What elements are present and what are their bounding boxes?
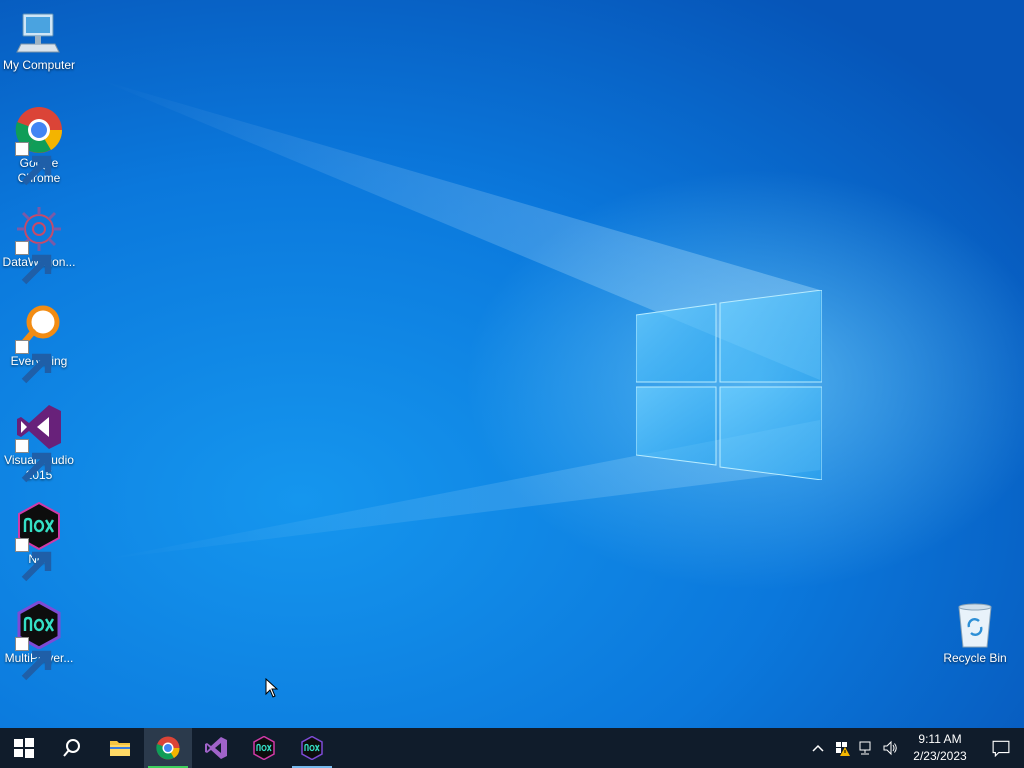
datawagon-icon	[15, 205, 63, 285]
action-center-button[interactable]	[978, 728, 1024, 768]
shortcut-arrow-icon	[15, 538, 52, 582]
security-warning-icon	[836, 742, 850, 756]
shortcut-arrow-icon	[15, 439, 52, 483]
nox-icon	[253, 736, 275, 760]
volume-icon	[883, 740, 897, 756]
security-tray-button[interactable]	[830, 728, 854, 768]
taskbar-nox[interactable]	[240, 728, 288, 768]
nox-multiplayer-icon	[301, 736, 323, 760]
chevron-up-icon	[812, 744, 824, 752]
network-icon	[859, 741, 871, 755]
visual-studio-icon	[15, 403, 63, 483]
taskbar-chrome[interactable]	[144, 728, 192, 768]
chrome-icon	[156, 736, 180, 760]
folder-icon	[110, 741, 130, 756]
nox-multiplayer-icon	[15, 601, 63, 681]
clock[interactable]: 9:11 AM 2/23/2023	[902, 731, 978, 765]
desktop-icon-visual-studio-2015[interactable]: Visual Studio 2015	[0, 403, 78, 483]
shortcut-arrow-icon	[15, 241, 52, 285]
desktop-icon-recycle-bin[interactable]: Recycle Bin	[936, 601, 1014, 666]
system-tray: 9:11 AM 2/23/2023	[806, 728, 1024, 768]
taskbar: 9:11 AM 2/23/2023	[0, 728, 1024, 768]
windows-logo	[636, 290, 822, 480]
network-tray-button[interactable]	[854, 728, 878, 768]
shortcut-arrow-icon	[15, 142, 52, 186]
desktop-icon-everything[interactable]: Everything	[0, 304, 78, 384]
search-icon	[63, 739, 80, 757]
nox-icon	[15, 502, 63, 582]
taskbar-visual-studio[interactable]	[192, 728, 240, 768]
notification-icon	[992, 740, 1010, 757]
recycle-bin-icon	[951, 601, 999, 649]
visual-studio-icon	[205, 737, 227, 759]
desktop-icon-label: Recycle Bin	[943, 651, 1007, 665]
shortcut-arrow-icon	[15, 637, 52, 681]
everything-search-icon	[15, 304, 63, 384]
desktop-icon-label: My Computer	[2, 58, 76, 72]
desktop-icon-multiplayer[interactable]: MultiPlayer...	[0, 601, 78, 681]
clock-time: 9:11 AM	[918, 732, 962, 746]
shortcut-arrow-icon	[15, 340, 52, 384]
computer-icon	[15, 8, 63, 56]
desktop-icon-nox[interactable]: Nox	[0, 502, 78, 582]
show-hidden-icons-button[interactable]	[806, 728, 830, 768]
windows-start-icon	[14, 738, 34, 758]
light-beam	[100, 80, 820, 560]
desktop-icon-datawagon[interactable]: DataWagon...	[0, 205, 78, 285]
start-button[interactable]	[0, 728, 48, 768]
taskbar-file-explorer[interactable]	[96, 728, 144, 768]
volume-tray-button[interactable]	[878, 728, 902, 768]
mouse-cursor-icon	[265, 678, 279, 698]
clock-date: 2/23/2023	[913, 749, 967, 763]
desktop-icon-google-chrome[interactable]: Google Chrome	[0, 106, 78, 186]
desktop-wallpaper	[0, 0, 1024, 728]
desktop-icon-my-computer[interactable]: My Computer	[0, 8, 78, 73]
search-button[interactable]	[48, 728, 96, 768]
taskbar-nox-multiplayer[interactable]	[288, 728, 336, 768]
chrome-icon	[15, 106, 63, 186]
